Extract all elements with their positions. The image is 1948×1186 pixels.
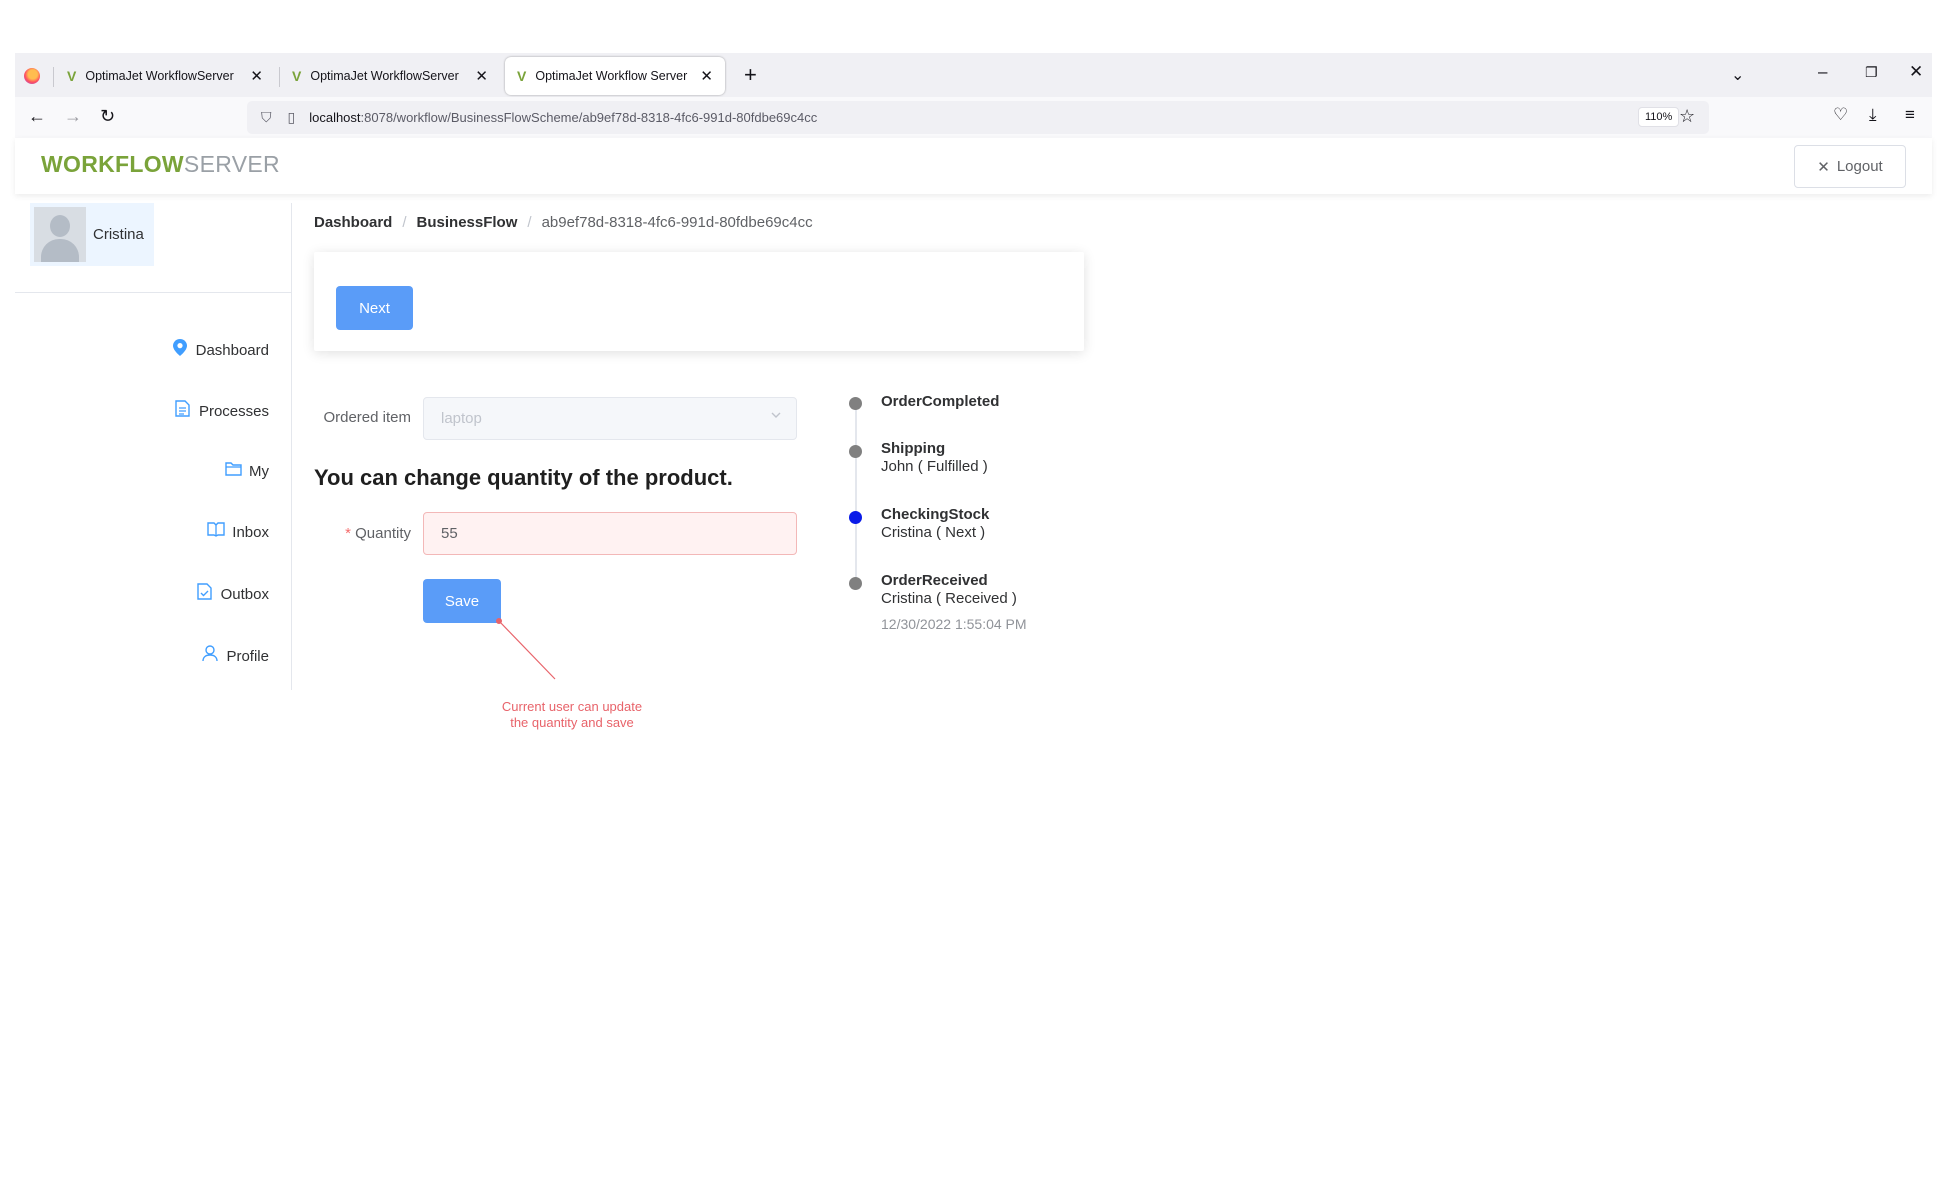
breadcrumb-current-process-id: ab9ef78d-8318-4fc6-991d-80fdbe69c4cc	[541, 214, 813, 231]
quantity-label: * Quantity	[345, 525, 411, 542]
user-name: Cristina	[93, 226, 144, 243]
downloads-icon[interactable]: ⤓	[1869, 105, 1877, 125]
sidebar-item-profile[interactable]: Profile	[201, 645, 269, 667]
timeline-item-title: OrderCompleted	[881, 393, 1000, 410]
list-all-tabs-chevron-icon[interactable]: ⌄	[1731, 65, 1744, 85]
quantity-value: 55	[441, 525, 458, 542]
sidebar: Cristina Dashboard Processes My Inbox Ou…	[15, 203, 292, 690]
close-icon: ✕	[1817, 158, 1830, 176]
sidebar-item-label: Profile	[226, 647, 269, 665]
folder-icon	[224, 461, 242, 481]
firefox-icon[interactable]	[24, 68, 40, 84]
logout-button[interactable]: ✕ Logout	[1794, 145, 1906, 188]
location-pin-icon	[171, 339, 189, 361]
save-button[interactable]: Save	[423, 579, 501, 623]
tracking-protection-shield-icon[interactable]: ⛉	[261, 109, 272, 126]
next-button[interactable]: Next	[336, 286, 413, 330]
new-tab-plus-icon[interactable]: +	[744, 63, 757, 87]
workflow-favicon-icon: V	[517, 68, 527, 84]
timeline-item-subtitle: Cristina ( Received )	[881, 590, 1017, 607]
timeline-item-title: CheckingStock	[881, 506, 990, 523]
process-actions-card: Next	[314, 252, 1084, 351]
annotation-line-2: the quantity and save	[510, 715, 634, 730]
close-tab-icon[interactable]: ✕	[475, 67, 488, 85]
timeline-dot-ordercompleted	[849, 397, 862, 410]
tab-title: OptimaJet WorkflowServer	[85, 69, 234, 83]
close-tab-icon[interactable]: ✕	[700, 67, 713, 85]
tab-title: OptimaJet WorkflowServer	[310, 69, 459, 83]
logout-label: Logout	[1836, 158, 1883, 175]
browser-tab-1[interactable]: V OptimaJet WorkflowServer ✕	[55, 57, 275, 95]
annotation-line-1: Current user can update	[501, 699, 643, 714]
forward-arrow-icon[interactable]: →	[64, 105, 82, 127]
timeline-item-subtitle: John ( Fulfilled )	[881, 458, 988, 475]
workflow-favicon-icon: V	[67, 68, 77, 84]
timeline-item-title: OrderReceived	[881, 572, 988, 589]
timeline-dot-shipping	[849, 445, 862, 458]
app-menu-hamburger-icon[interactable]: ≡	[1905, 105, 1915, 125]
restore-icon[interactable]: ❐	[1865, 64, 1878, 81]
chevron-down-icon	[770, 409, 782, 424]
required-asterisk: *	[345, 525, 351, 542]
user-card[interactable]: Cristina	[30, 203, 154, 266]
sidebar-item-inbox[interactable]: Inbox	[207, 522, 269, 542]
bookmark-star-icon[interactable]: ☆	[1679, 106, 1695, 127]
browser-tab-2[interactable]: V OptimaJet WorkflowServer ✕	[280, 57, 500, 95]
sidebar-item-label: Inbox	[232, 523, 269, 541]
form-heading: You can change quantity of the product.	[314, 465, 733, 490]
url-text[interactable]: localhost:8078/workflow/BusinessFlowSche…	[309, 110, 817, 125]
sidebar-item-label: My	[249, 462, 269, 480]
ordered-item-label: Ordered item	[323, 409, 411, 426]
sidebar-item-label: Dashboard	[195, 341, 269, 359]
timeline-dot-orderreceived	[849, 577, 862, 590]
workflow-server-logo[interactable]: WORKFLOWSERVER	[41, 151, 280, 178]
tab-title: OptimaJet Workflow Server	[535, 69, 688, 83]
pocket-icon[interactable]: ♡	[1833, 105, 1848, 125]
tab-strip: V OptimaJet WorkflowServer ✕ V OptimaJet…	[15, 53, 1932, 97]
sidebar-item-label: Outbox	[220, 585, 269, 603]
timeline-item-timestamp: 12/30/2022 1:55:04 PM	[881, 616, 1027, 632]
browser-tab-3-active[interactable]: V OptimaJet Workflow Server ✕	[505, 57, 725, 95]
back-arrow-icon[interactable]: ←	[28, 105, 46, 127]
document-icon	[174, 400, 192, 422]
sidebar-item-processes[interactable]: Processes	[174, 400, 269, 422]
book-icon	[207, 522, 225, 542]
tab-separator	[53, 67, 54, 87]
minimize-icon[interactable]: –	[1818, 62, 1827, 82]
user-icon	[201, 645, 219, 667]
sidebar-item-my[interactable]: My	[224, 461, 269, 481]
sidebar-item-outbox[interactable]: Outbox	[196, 583, 269, 605]
navigation-toolbar: ← → ↻ ⛉ ▯ localhost:8078/workflow/Busine…	[15, 97, 1932, 138]
ordered-item-select[interactable]: laptop	[423, 397, 797, 440]
breadcrumb-businessflow-link[interactable]: BusinessFlow	[417, 214, 518, 231]
sidebar-item-label: Processes	[198, 402, 269, 420]
timeline-item-subtitle: Cristina ( Next )	[881, 524, 986, 541]
annotation-note: Current user can update the quantity and…	[472, 699, 672, 731]
timeline-dot-checkingstock-active	[849, 511, 862, 524]
app-header: WORKFLOWSERVER ✕ Logout	[15, 138, 1932, 194]
browser-window: V OptimaJet WorkflowServer ✕ V OptimaJet…	[15, 53, 1932, 138]
avatar	[34, 207, 86, 262]
breadcrumb: Dashboard / BusinessFlow / ab9ef78d-8318…	[314, 214, 813, 231]
workflow-favicon-icon: V	[292, 68, 302, 84]
reload-icon[interactable]: ↻	[100, 105, 115, 127]
breadcrumb-separator: /	[527, 214, 532, 231]
breadcrumb-dashboard-link[interactable]: Dashboard	[314, 214, 392, 231]
timeline-connector	[855, 403, 857, 585]
zoom-level-badge[interactable]: 110%	[1638, 107, 1680, 127]
timeline-item-title: Shipping	[881, 440, 946, 457]
quantity-input[interactable]: 55	[423, 512, 797, 555]
page-info-icon[interactable]: ▯	[288, 109, 296, 126]
window-close-icon[interactable]: ✕	[1909, 62, 1923, 82]
breadcrumb-separator: /	[402, 214, 407, 231]
address-bar[interactable]: ⛉ ▯ localhost:8078/workflow/BusinessFlow…	[247, 101, 1709, 134]
sidebar-divider	[15, 292, 292, 293]
close-tab-icon[interactable]: ✕	[250, 67, 263, 85]
ordered-item-value: laptop	[441, 410, 482, 427]
sidebar-item-dashboard[interactable]: Dashboard	[171, 339, 269, 361]
document-check-icon	[196, 583, 214, 605]
